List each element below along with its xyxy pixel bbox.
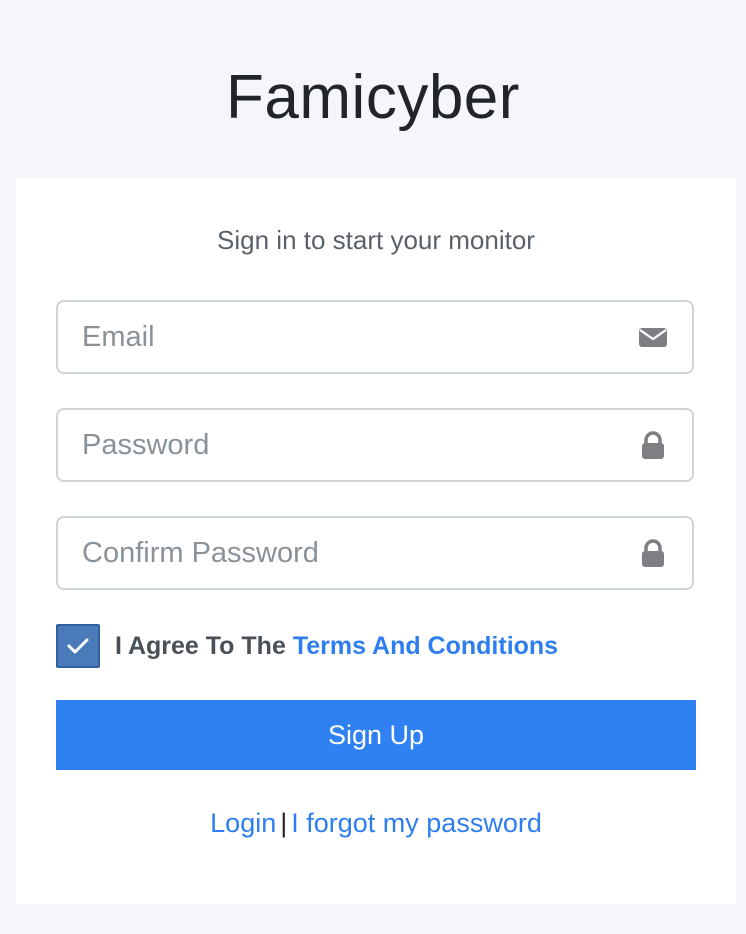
agree-terms-label: I Agree To The Terms And Conditions (115, 624, 558, 668)
agree-terms-row: I Agree To The Terms And Conditions (56, 624, 696, 668)
terms-link[interactable]: Terms And Conditions (293, 632, 558, 660)
login-box-message: Sign in to start your monitor (217, 225, 535, 255)
forgot-password-link[interactable]: I forgot my password (291, 808, 542, 838)
agree-prefix: I Agree To The (115, 632, 286, 660)
confirm-password-field-group (56, 516, 694, 590)
envelope-icon (638, 322, 668, 352)
brand-title: Famicyber (226, 63, 520, 132)
password-input[interactable] (58, 410, 618, 480)
link-separator: | (280, 808, 288, 838)
sign-up-button[interactable]: Sign Up (56, 700, 696, 770)
lock-icon (638, 430, 668, 460)
lock-icon (638, 538, 668, 568)
password-field-group (56, 408, 694, 482)
confirm-password-input[interactable] (58, 518, 618, 588)
login-link[interactable]: Login (210, 808, 276, 838)
auth-links: Login | I forgot my password (16, 806, 736, 840)
email-input[interactable] (58, 302, 618, 372)
register-card: Sign in to start your monitor Email I Ag… (16, 178, 736, 904)
check-icon (67, 638, 89, 654)
agree-terms-checkbox[interactable] (56, 624, 100, 668)
email-field-group (56, 300, 694, 374)
